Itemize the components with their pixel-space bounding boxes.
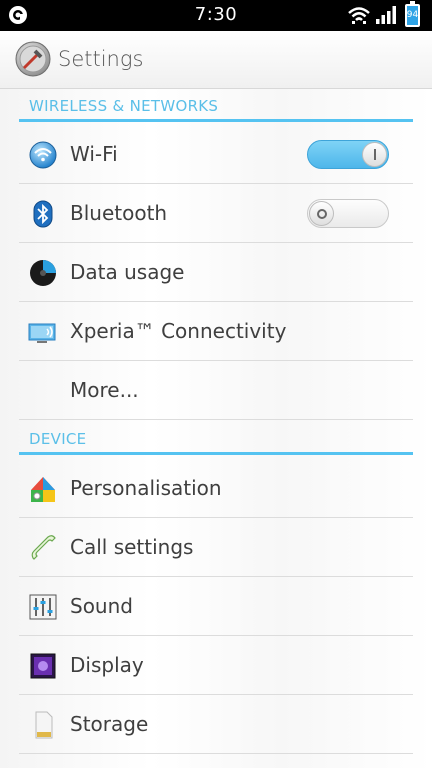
wifi-toggle[interactable] (307, 140, 389, 169)
settings-item-wifi[interactable]: Wi-Fi (19, 125, 413, 184)
toggle-knob (309, 201, 334, 226)
battery-icon: 94 (405, 1, 420, 27)
settings-item-label: Wi-Fi (70, 142, 118, 166)
settings-item-bluetooth[interactable]: Bluetooth (19, 184, 413, 243)
settings-item-label: Personalisation (70, 476, 222, 500)
settings-item-label: Bluetooth (70, 201, 168, 225)
settings-item-xperia-connectivity[interactable]: Xperia™ Connectivity (19, 302, 413, 361)
settings-item-label: Storage (70, 712, 149, 736)
status-bar: 7:30 94 (0, 0, 432, 31)
section-header-wireless: WIRELESS & NETWORKS (19, 94, 413, 122)
bluetooth-icon (33, 200, 53, 228)
phone-icon (31, 535, 56, 560)
section-header-label: DEVICE (29, 430, 87, 448)
settings-item-label: Sound (70, 594, 133, 618)
settings-item-personalisation[interactable]: Personalisation (19, 459, 413, 518)
display-icon (30, 653, 56, 679)
settings-item-call-settings[interactable]: Call settings (19, 518, 413, 577)
settings-item-label: Xperia™ Connectivity (70, 319, 287, 343)
settings-item-label: Display (70, 653, 144, 677)
toggle-knob (362, 142, 387, 167)
sd-card-icon (35, 711, 53, 739)
personalisation-icon (31, 477, 55, 502)
settings-item-label: Data usage (70, 260, 185, 284)
settings-item-display[interactable]: Display (19, 636, 413, 695)
signal-icon (376, 6, 396, 24)
settings-item-label: More... (70, 378, 139, 402)
settings-item-label: Call settings (70, 535, 194, 559)
bluetooth-toggle[interactable] (307, 199, 389, 228)
page-title: Settings (58, 47, 144, 71)
settings-item-sound[interactable]: Sound (19, 577, 413, 636)
settings-item-storage[interactable]: Storage (19, 695, 413, 754)
xperia-connectivity-icon (28, 323, 56, 343)
action-bar: Settings (0, 31, 432, 89)
settings-app-icon[interactable] (15, 41, 51, 77)
section-header-label: WIRELESS & NETWORKS (29, 97, 219, 115)
section-header-device: DEVICE (19, 427, 413, 455)
settings-item-data-usage[interactable]: Data usage (19, 243, 413, 302)
battery-level: 94 (406, 10, 419, 20)
settings-item-more[interactable]: More... (19, 361, 413, 420)
sound-sliders-icon (29, 594, 57, 620)
data-usage-icon (30, 260, 56, 286)
wifi-icon (29, 141, 57, 169)
wifi-icon (348, 7, 370, 24)
